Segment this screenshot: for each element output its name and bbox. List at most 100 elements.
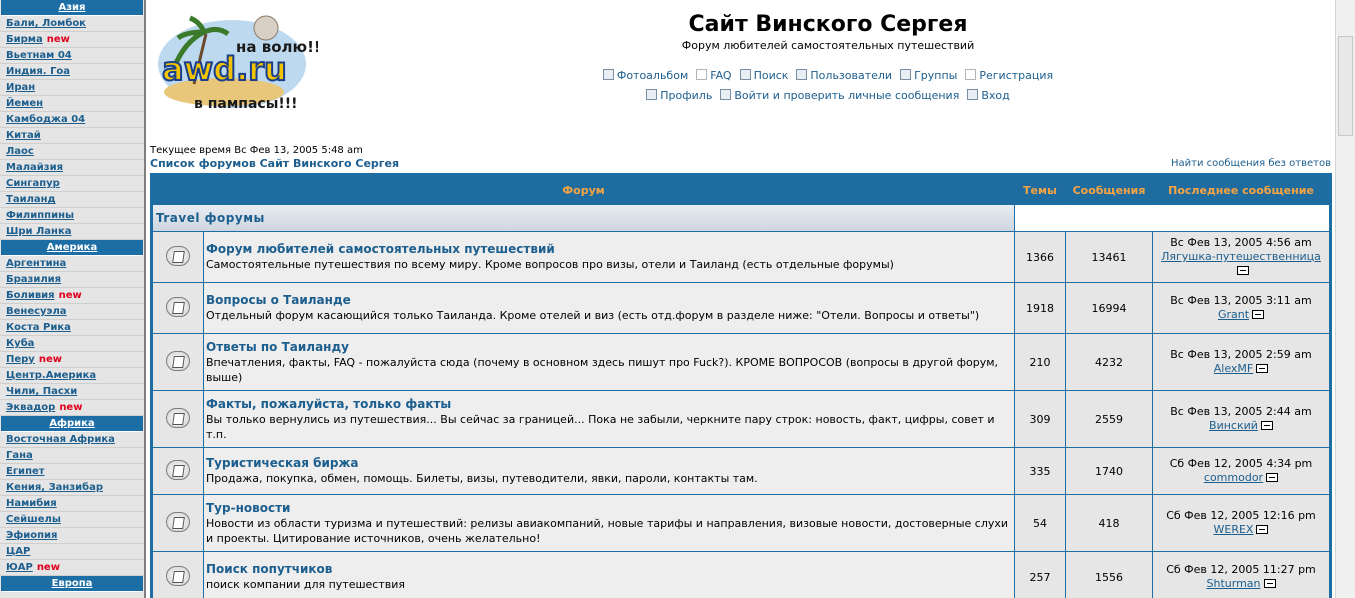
- sidebar-country-link[interactable]: Индия. Гоа: [0, 64, 144, 80]
- forum-name-link[interactable]: Ответы по Таиланду: [206, 340, 1012, 355]
- sidebar-country-link[interactable]: Эфиопия: [0, 528, 144, 544]
- sidebar-country-link[interactable]: Бали, Ломбок: [0, 16, 144, 32]
- scrollbar-thumb[interactable]: [1338, 36, 1353, 136]
- nav-link-members[interactable]: Пользователи: [796, 66, 892, 86]
- sidebar-country-link[interactable]: ЮАР new: [0, 560, 144, 576]
- unanswered-posts-link[interactable]: Найти сообщения без ответов: [1171, 158, 1331, 169]
- forum-last-post-cell: Вс Фев 13, 2005 4:56 am Лягушка-путешеств…: [1153, 232, 1329, 282]
- sidebar-country-label: Намибия: [6, 498, 57, 509]
- forum-description: Вы только вернулись из путешествия... Вы…: [206, 412, 995, 441]
- forum-name-link[interactable]: Форум любителей самостоятельных путешест…: [206, 242, 1012, 257]
- forum-name-link[interactable]: Вопросы о Таиланде: [206, 293, 1012, 308]
- nav-link-messages[interactable]: Войти и проверить личные сообщения: [720, 86, 959, 106]
- sidebar-country-link[interactable]: Перу new: [0, 352, 144, 368]
- sidebar-country-link[interactable]: Таиланд: [0, 192, 144, 208]
- forum-name-link[interactable]: Поиск попутчиков: [206, 562, 1012, 577]
- forum-name-link[interactable]: Тур-новости: [206, 501, 1012, 516]
- go-to-last-post-icon[interactable]: [1260, 421, 1273, 430]
- search-icon: [739, 69, 751, 80]
- last-post-author-link[interactable]: Grant: [1218, 308, 1249, 321]
- forum-posts-count: 2559: [1066, 391, 1152, 447]
- sidebar-country-label: Индия. Гоа: [6, 66, 71, 77]
- last-post-date: Вс Фев 13, 2005 4:56 am: [1170, 236, 1312, 249]
- forum-folder-icon: [166, 565, 190, 586]
- sidebar-country-label: Китай: [6, 130, 41, 141]
- forum-name-link[interactable]: Туристическая биржа: [206, 456, 1012, 471]
- sidebar-country-link[interactable]: Коста Рика: [0, 320, 144, 336]
- last-post-date: Вс Фев 13, 2005 3:11 am: [1170, 294, 1312, 307]
- sidebar-country-label: Перу: [6, 354, 35, 365]
- sidebar-country-link[interactable]: Эквадор new: [0, 400, 144, 416]
- sidebar-country-label: Центр.Америка: [6, 370, 97, 381]
- sidebar-country-link[interactable]: Малайзия: [0, 160, 144, 176]
- sidebar-section-header[interactable]: Америка: [1, 240, 143, 256]
- nav-link-faq[interactable]: FAQ: [696, 66, 732, 86]
- sidebar-country-link[interactable]: Бразилия: [0, 272, 144, 288]
- sidebar-country-link[interactable]: Гана: [0, 448, 144, 464]
- sidebar-section-header[interactable]: Африка: [1, 416, 143, 432]
- nav-link-register[interactable]: Регистрация: [965, 66, 1053, 86]
- profile-icon: [646, 89, 658, 100]
- go-to-last-post-icon[interactable]: [1236, 266, 1249, 275]
- sidebar-country-link[interactable]: ЦАР: [0, 544, 144, 560]
- last-post-author-link[interactable]: Винский: [1209, 419, 1258, 432]
- forum-posts-count: 1740: [1066, 448, 1152, 494]
- breadcrumb[interactable]: Список форумов Сайт Винского Сергея: [150, 157, 399, 170]
- nav-link-photo-album[interactable]: Фотоальбом: [602, 66, 688, 86]
- forum-topics-count: 54: [1015, 495, 1065, 551]
- sidebar-country-link[interactable]: Боливия new: [0, 288, 144, 304]
- last-post-author-link[interactable]: commodor: [1204, 471, 1263, 484]
- forum-name-link[interactable]: Факты, пожалуйста, только факты: [206, 397, 1012, 412]
- last-post-author-link[interactable]: WEREX: [1214, 523, 1254, 536]
- forum-info-cell: Ответы по Таиланду Впечатления, факты, FA…: [204, 334, 1014, 390]
- nav-link-groups[interactable]: Группы: [900, 66, 957, 86]
- sidebar-country-link[interactable]: Намибия: [0, 496, 144, 512]
- login-icon: [967, 89, 979, 100]
- sidebar-country-link[interactable]: Венесуэла: [0, 304, 144, 320]
- vertical-scrollbar[interactable]: [1335, 0, 1355, 598]
- last-post-author-link[interactable]: AlexMF: [1214, 362, 1253, 375]
- messages-icon: [720, 89, 732, 100]
- last-post-date: Вс Фев 13, 2005 2:44 am: [1170, 405, 1312, 418]
- sidebar-country-link[interactable]: Иран: [0, 80, 144, 96]
- sidebar-country-link[interactable]: Центр.Америка: [0, 368, 144, 384]
- last-post-author-link[interactable]: Shturman: [1207, 577, 1261, 590]
- forum-last-post-cell: Сб Фев 12, 2005 11:27 pm Shturman: [1153, 552, 1329, 598]
- sidebar-country-link[interactable]: Аргентина: [0, 256, 144, 272]
- last-post-author-link[interactable]: Лягушка-путешественница: [1161, 250, 1321, 263]
- forum-posts-count: 418: [1066, 495, 1152, 551]
- sidebar-country-link[interactable]: Йемен: [0, 96, 144, 112]
- sidebar-country-link[interactable]: Лаос: [0, 144, 144, 160]
- sidebar-country-link[interactable]: Китай: [0, 128, 144, 144]
- go-to-last-post-icon[interactable]: [1252, 310, 1265, 319]
- sidebar-country-link[interactable]: Чили, Пасхи: [0, 384, 144, 400]
- go-to-last-post-icon[interactable]: [1263, 579, 1276, 588]
- category-title[interactable]: Travel форумы: [153, 205, 1014, 231]
- sidebar-country-link[interactable]: Бирма new: [0, 32, 144, 48]
- sidebar-country-link[interactable]: Восточная Африка: [0, 432, 144, 448]
- nav-link-login[interactable]: Вход: [967, 86, 1010, 106]
- go-to-last-post-icon[interactable]: [1266, 473, 1279, 482]
- last-post-date: Сб Фев 12, 2005 4:34 pm: [1169, 457, 1313, 470]
- go-to-last-post-icon[interactable]: [1256, 525, 1269, 534]
- sidebar-country-link[interactable]: Вьетнам 04: [0, 48, 144, 64]
- site-logo[interactable]: на волю!!! awd.ru в пампасы!!!: [154, 6, 328, 118]
- sidebar-country-link[interactable]: Филиппины: [0, 208, 144, 224]
- nav-link-search[interactable]: Поиск: [739, 66, 788, 86]
- nav-link-profile[interactable]: Профиль: [646, 86, 712, 106]
- sidebar-country-link[interactable]: Египет: [0, 464, 144, 480]
- forum-folder-icon: [166, 459, 190, 480]
- sidebar-country-label: Гана: [6, 450, 33, 461]
- go-to-last-post-icon[interactable]: [1256, 364, 1269, 373]
- sidebar-country-link[interactable]: Куба: [0, 336, 144, 352]
- sidebar-country-label: Малайзия: [6, 162, 64, 173]
- sidebar-country-link[interactable]: Сингапур: [0, 176, 144, 192]
- sidebar-country-link[interactable]: Камбоджа 04: [0, 112, 144, 128]
- sidebar-country-link[interactable]: Сейшелы: [0, 512, 144, 528]
- sidebar-section-header[interactable]: Европа: [1, 576, 143, 592]
- sidebar-country-link[interactable]: Кения, Занзибар: [0, 480, 144, 496]
- faq-icon: [696, 69, 708, 80]
- sidebar-section-header[interactable]: Азия: [1, 0, 143, 16]
- sidebar-country-link[interactable]: Шри Ланка: [0, 224, 144, 240]
- forum-icon-cell: [153, 552, 203, 598]
